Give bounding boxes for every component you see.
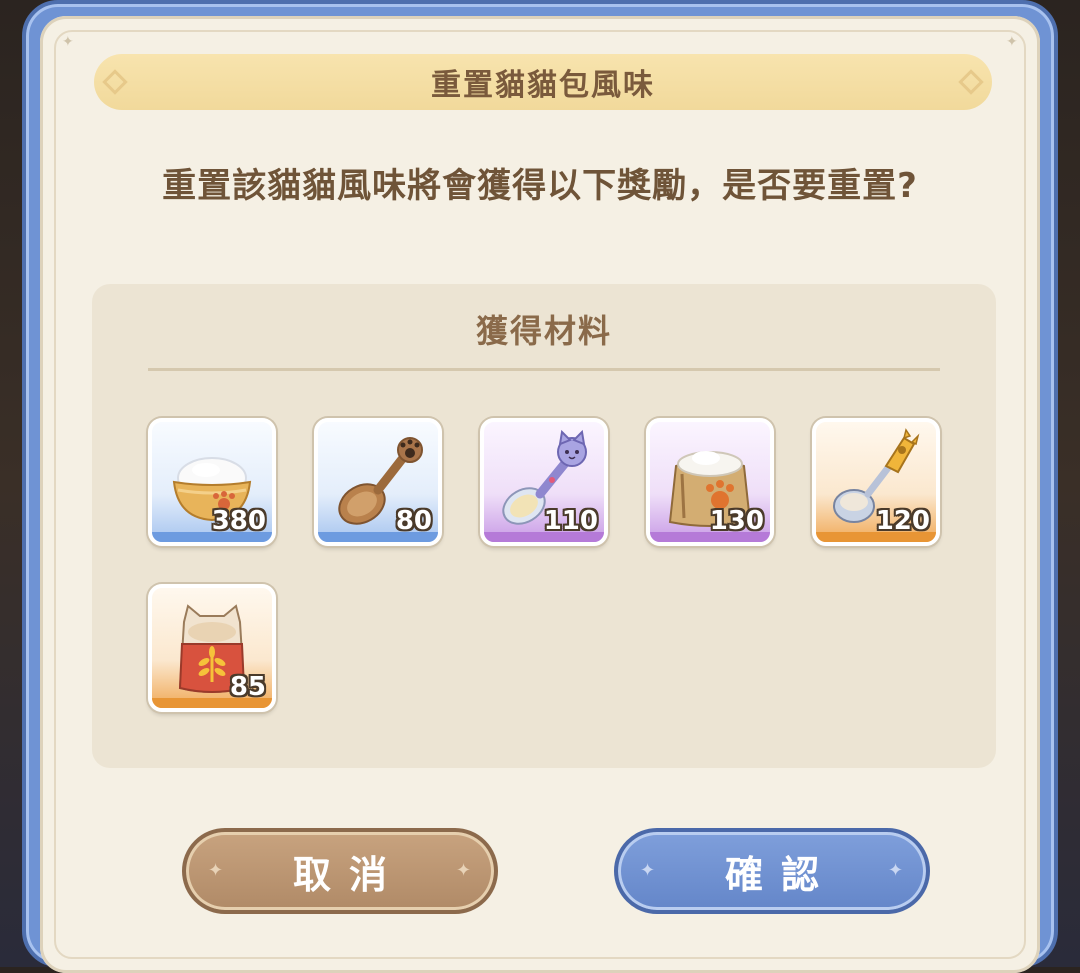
dialog-title: 重置貓貓包風味	[431, 68, 655, 103]
material-item[interactable]: 85	[148, 584, 276, 712]
material-item[interactable]: 110	[480, 418, 608, 546]
sparkle-icon: ✦	[456, 860, 472, 881]
sparkle-icon: ✦	[640, 860, 656, 881]
cancel-button[interactable]: ✦ 取消 ✦	[182, 828, 498, 914]
corner-ornament-icon: ✦	[1006, 34, 1018, 50]
sparkle-icon: ✦	[888, 860, 904, 881]
material-item[interactable]: 380	[148, 418, 276, 546]
reset-question-text: 重置該貓貓風味將會獲得以下獎勵，是否要重置?	[162, 166, 918, 206]
confirm-button-label: 確認	[724, 852, 837, 897]
confirm-button[interactable]: ✦ 確認 ✦	[614, 828, 930, 914]
sparkle-icon: ✦	[208, 860, 224, 881]
reset-flavor-dialog: ✦ ✦ 重置貓貓包風味 重置該貓貓風味將會獲得以下獎勵，是否要重置? 獲得材料	[22, 0, 1058, 973]
cancel-button-label: 取消	[292, 852, 405, 897]
item-quantity: 85	[229, 672, 266, 702]
materials-section: 獲得材料 380 80 110 130 120 85	[92, 284, 996, 768]
corner-ornament-icon: ✦	[62, 34, 74, 50]
diamond-ornament-icon	[958, 69, 984, 95]
material-item[interactable]: 130	[646, 418, 774, 546]
item-quantity: 130	[709, 506, 764, 536]
material-item[interactable]: 80	[314, 418, 442, 546]
item-quantity: 110	[543, 506, 598, 536]
material-item[interactable]: 120	[812, 418, 940, 546]
dialog-panel: ✦ ✦ 重置貓貓包風味 重置該貓貓風味將會獲得以下獎勵，是否要重置? 獲得材料	[40, 16, 1040, 973]
dialog-title-bar: 重置貓貓包風味	[94, 54, 992, 110]
item-quantity: 120	[875, 506, 930, 536]
item-quantity: 80	[395, 506, 432, 536]
materials-title: 獲得材料	[475, 312, 612, 350]
divider	[148, 368, 940, 371]
diamond-ornament-icon	[102, 69, 128, 95]
item-quantity: 380	[211, 506, 266, 536]
